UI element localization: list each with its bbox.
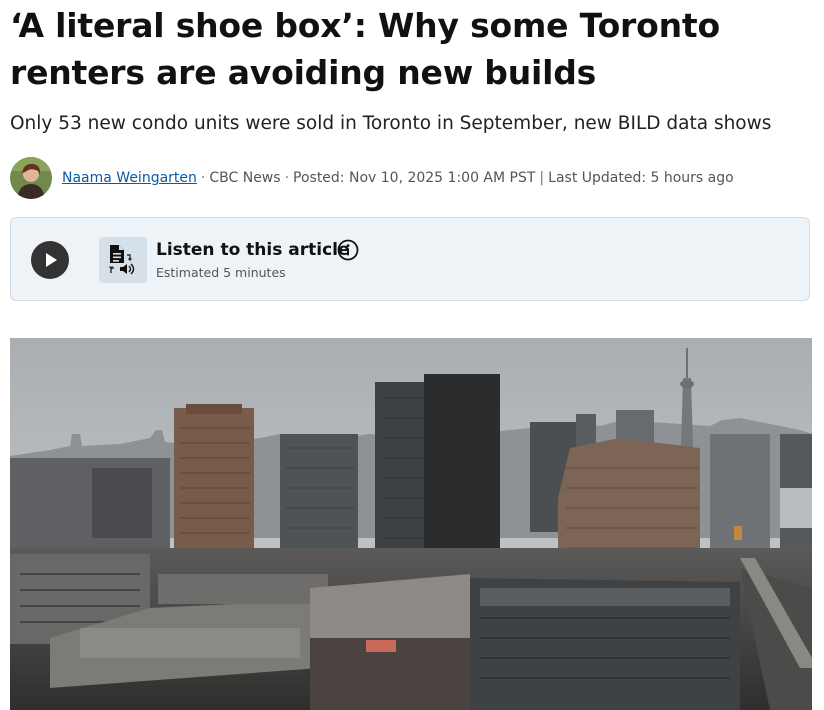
last-updated: Last Updated: 5 hours ago: [548, 170, 734, 186]
info-icon[interactable]: [337, 239, 359, 261]
listen-to-article-player: Listen to this article Estimated 5 minut…: [10, 217, 810, 301]
play-icon: [46, 253, 57, 267]
article-lead-image: [10, 338, 812, 710]
byline-separator: |: [539, 170, 545, 186]
byline: Naama Weingarten · CBC News · Posted: No…: [10, 156, 734, 200]
listen-estimate: Estimated 5 minutes: [156, 265, 286, 280]
text-to-speech-icon: [99, 237, 147, 283]
play-button[interactable]: [31, 241, 69, 279]
posted-date: Posted: Nov 10, 2025 1:00 AM PST: [293, 170, 536, 186]
article-headline: ‘A literal shoe box’: Why some Toronto r…: [10, 6, 720, 92]
byline-separator: ·: [200, 170, 206, 186]
article-subheadline: Only 53 new condo units were sold in Tor…: [10, 113, 772, 134]
byline-separator: ·: [284, 170, 290, 186]
byline-outlet: CBC News: [209, 170, 281, 186]
author-link[interactable]: Naama Weingarten: [62, 170, 197, 186]
author-avatar[interactable]: [10, 157, 52, 199]
listen-title: Listen to this article: [156, 240, 350, 260]
